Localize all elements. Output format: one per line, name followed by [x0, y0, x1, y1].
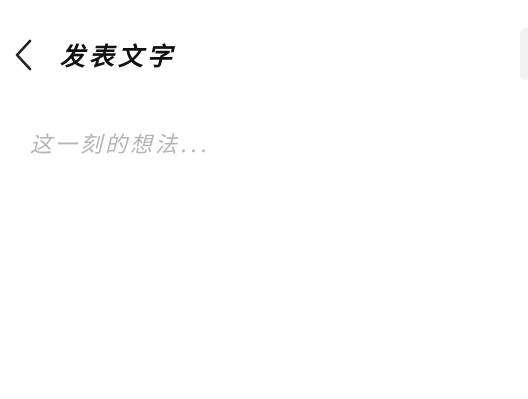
top-bar: 发表文字	[0, 28, 528, 82]
back-button[interactable]	[2, 28, 46, 82]
compose-screen: 发表文字	[0, 0, 528, 399]
chevron-left-icon	[15, 39, 32, 71]
publish-button[interactable]	[520, 28, 528, 80]
post-text-input[interactable]	[30, 120, 500, 370]
page-title: 发表文字	[60, 42, 177, 71]
